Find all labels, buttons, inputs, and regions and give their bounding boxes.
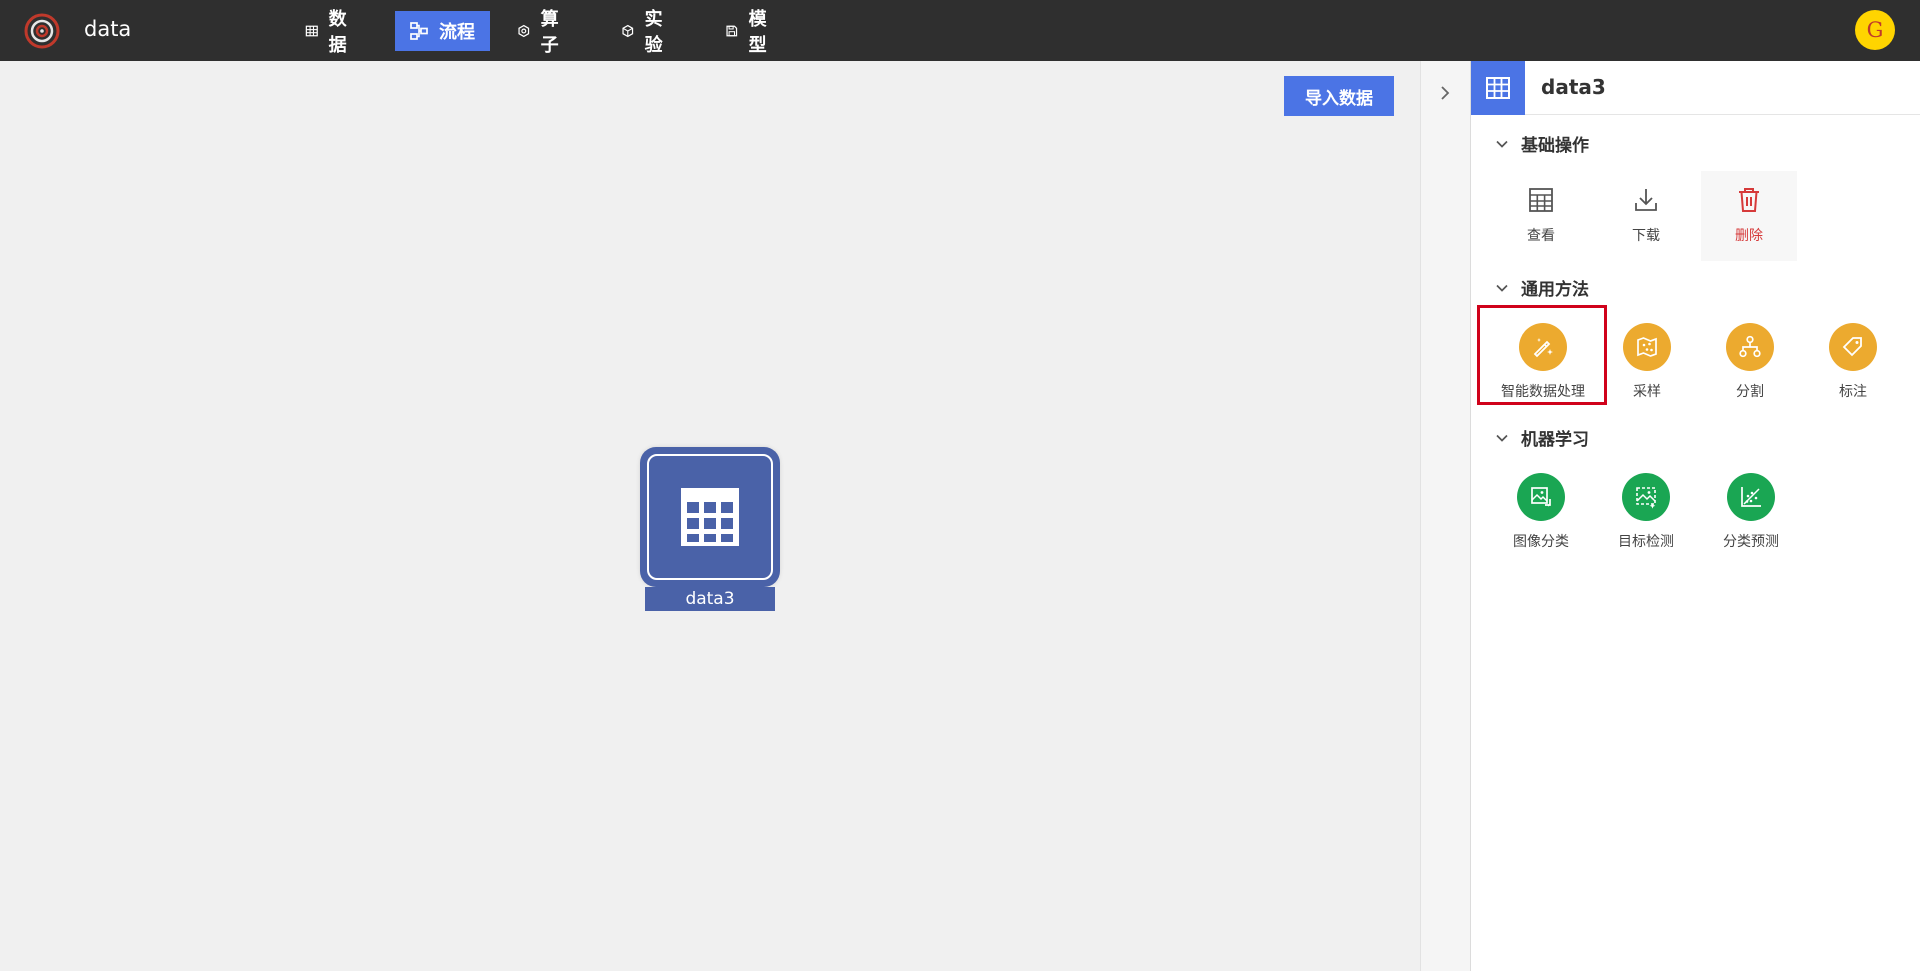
tool-label: 目标检测 [1618, 534, 1674, 550]
tool-icon-circle [1517, 473, 1565, 521]
tool-label: 分类预测 [1723, 534, 1779, 550]
tool-icon-circle [1726, 323, 1774, 371]
chevron-right-icon [1441, 86, 1450, 100]
section-general-toggle[interactable]: 通用方法 [1495, 275, 1589, 300]
data-node-inner [647, 454, 773, 580]
chevron-down-icon [1496, 140, 1508, 148]
table-icon [681, 488, 739, 546]
section-ml-toggle[interactable]: 机器学习 [1495, 425, 1589, 450]
object-detection-button[interactable]: 目标检测 [1598, 473, 1694, 563]
section-basic-toggle[interactable]: 基础操作 [1495, 131, 1589, 156]
top-bar: data 数据 流程 算子 实验 模型 G [0, 0, 1920, 61]
tool-label: 分割 [1736, 384, 1764, 400]
tool-label: 智能数据处理 [1501, 384, 1585, 400]
image-classification-button[interactable]: 图像分类 [1493, 473, 1589, 563]
table-icon [305, 25, 318, 37]
download-button[interactable]: 下载 [1598, 171, 1694, 261]
nav-item-data[interactable]: 数据 [291, 9, 367, 56]
data-node[interactable]: data3 [642, 449, 778, 611]
tool-icon-circle [1727, 473, 1775, 521]
app-title: data [84, 17, 132, 41]
delete-button[interactable]: 删除 [1701, 171, 1797, 261]
nav-label: 算子 [540, 9, 559, 56]
nav-label: 模型 [748, 9, 767, 56]
view-button[interactable]: 查看 [1493, 171, 1589, 261]
tool-label: 删除 [1735, 228, 1763, 244]
data-node-box[interactable] [642, 449, 778, 585]
table-icon [1529, 188, 1553, 212]
tool-label: 标注 [1839, 384, 1867, 400]
section-title: 机器学习 [1521, 430, 1589, 450]
collapse-panel-button[interactable] [1434, 82, 1456, 104]
nav-item-model[interactable]: 模型 [711, 9, 787, 56]
chevron-down-icon [1496, 284, 1508, 292]
data-node-label: data3 [645, 587, 775, 611]
tool-label: 采样 [1633, 384, 1661, 400]
hexagon-icon [518, 24, 530, 38]
object-detect-icon [1636, 487, 1656, 509]
tool-label: 查看 [1527, 228, 1555, 244]
nav-label: 流程 [439, 22, 475, 43]
cube-icon [622, 24, 634, 38]
chevron-down-icon [1496, 434, 1508, 442]
panel-header-icon-box [1471, 61, 1525, 115]
sampling-button[interactable]: 采样 [1599, 323, 1695, 413]
trash-icon [1739, 188, 1759, 212]
split-icon [1739, 335, 1761, 358]
panel-collapse-strip [1420, 61, 1470, 971]
tool-label: 图像分类 [1513, 534, 1569, 550]
tag-icon [1842, 337, 1862, 357]
classification-prediction-button[interactable]: 分类预测 [1703, 473, 1799, 563]
section-title: 基础操作 [1521, 136, 1589, 156]
scatter-chart-icon [1741, 487, 1761, 507]
panel-title: data3 [1541, 75, 1606, 99]
tool-icon-circle [1623, 323, 1671, 371]
smart-data-processing-button[interactable]: 智能数据处理 [1493, 323, 1593, 413]
properties-panel: data3 基础操作 查看 下载 删除 通用方法 智能数据处理 采样 分割 标注… [1470, 61, 1920, 971]
user-avatar[interactable]: G [1855, 10, 1895, 50]
tool-icon-circle [1622, 473, 1670, 521]
split-button[interactable]: 分割 [1702, 323, 1798, 413]
table-icon [1486, 77, 1510, 99]
magic-wand-icon [1533, 338, 1553, 358]
save-icon [726, 25, 738, 37]
nav-item-operator[interactable]: 算子 [503, 9, 579, 56]
flow-icon [410, 22, 428, 40]
image-classify-icon [1531, 487, 1551, 507]
section-title: 通用方法 [1521, 280, 1589, 300]
panel-header: data3 [1471, 61, 1920, 115]
nav-label: 实验 [644, 9, 663, 56]
nav-item-flow[interactable]: 流程 [395, 11, 490, 51]
import-data-button[interactable]: 导入数据 [1284, 76, 1394, 116]
flow-canvas[interactable]: 导入数据 data3 [0, 61, 1420, 971]
nav-item-experiment[interactable]: 实验 [607, 9, 683, 56]
nav-label: 数据 [328, 9, 347, 56]
app-logo[interactable] [24, 13, 60, 49]
tool-icon-circle [1829, 323, 1877, 371]
tool-label: 下载 [1632, 228, 1660, 244]
annotate-button[interactable]: 标注 [1805, 323, 1901, 413]
map-icon [1637, 337, 1657, 357]
tool-icon-circle [1519, 323, 1567, 371]
download-icon [1635, 189, 1657, 211]
